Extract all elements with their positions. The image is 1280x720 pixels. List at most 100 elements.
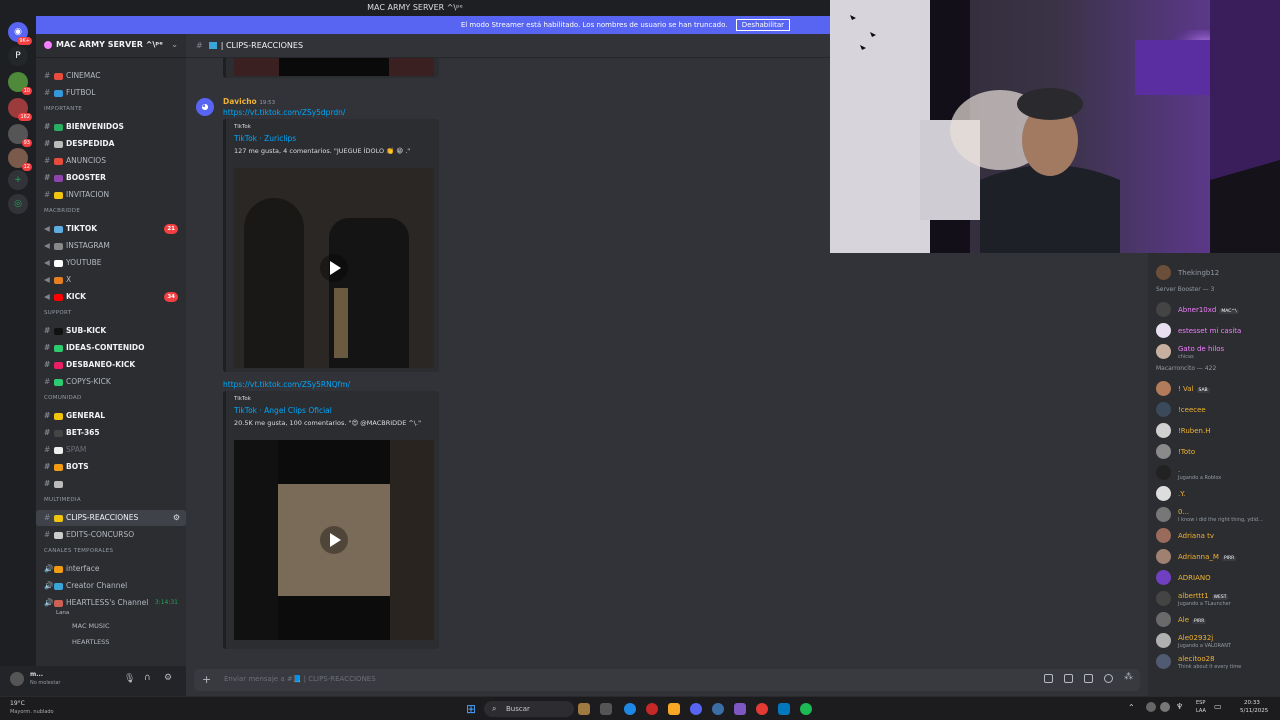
message-link[interactable]: https://vt.tiktok.com/ZSy5dprdn/ <box>223 108 345 117</box>
channel-item[interactable]: ◀ KICK 34 <box>36 289 186 305</box>
member-item[interactable]: Thekingb12 <box>1156 263 1280 283</box>
apps-icon[interactable]: ⁂ <box>1124 672 1133 682</box>
sticker-icon[interactable] <box>1084 674 1093 683</box>
channel-item[interactable]: 🔊 Creator Channel <box>36 578 186 594</box>
tray-app-icon[interactable] <box>1160 702 1170 712</box>
channel-item[interactable]: # DESBANEO-KICK <box>36 357 186 373</box>
message-author[interactable]: Davicho 19:53 <box>223 97 275 106</box>
chrome-icon[interactable] <box>756 703 768 715</box>
member-item[interactable]: . Jugando a Roblox <box>1156 463 1280 483</box>
emoji-icon[interactable] <box>1104 674 1113 683</box>
channel-item[interactable]: # SUB-KICK <box>36 323 186 339</box>
microphone-icon[interactable]: 🎙 <box>124 674 135 684</box>
channel-item[interactable]: # CLIPS-REACCIONES ⚙ <box>36 510 186 526</box>
member-item[interactable]: ! Val SAB <box>1156 379 1280 399</box>
server-icon-active[interactable]: 93 <box>8 124 32 147</box>
member-item[interactable]: .Y. <box>1156 484 1280 504</box>
server-icon[interactable]: P <box>8 46 28 66</box>
tray-app-icon[interactable]: ♆ <box>1176 702 1183 711</box>
member-item[interactable]: alberttt1 WEST Jugando a TLauncher <box>1156 589 1280 609</box>
member-item[interactable]: !Ruben.H <box>1156 421 1280 441</box>
gear-icon[interactable]: ⚙ <box>173 510 180 526</box>
app-icon[interactable] <box>778 703 790 715</box>
gift-icon[interactable] <box>1044 674 1053 683</box>
channel-item[interactable]: # <box>36 476 186 492</box>
taskbar-search[interactable]: ⌕ Buscar <box>484 701 574 717</box>
member-item[interactable]: estesset mi casita <box>1156 321 1280 341</box>
avatar[interactable]: ◕ <box>196 98 214 116</box>
member-item[interactable]: Ale02932j Jugando a VALORANT <box>1156 631 1280 651</box>
network-icon[interactable]: ▭ <box>1214 702 1222 711</box>
channel-category[interactable]: MULTIMEDIA <box>44 497 81 503</box>
message-input[interactable]: Enviar mensaje a #📘 | CLIPS-REACCIONES <box>194 669 1140 691</box>
channel-category[interactable]: COMUNIDAD <box>44 395 82 401</box>
voice-user[interactable]: MAC MUSIC <box>72 622 110 630</box>
server-name-header[interactable]: MAC ARMY SERVER ^\ᵖᵉ ⌄ <box>36 34 186 58</box>
widget-icon[interactable] <box>578 703 590 715</box>
play-icon[interactable] <box>320 526 348 554</box>
message-link[interactable]: https://vt.tiktok.com/ZSy5RNQfm/ <box>223 380 350 389</box>
member-item[interactable]: 0... I know i did the right thing, ydid..… <box>1156 505 1280 525</box>
channel-item[interactable]: # CINEMAC <box>36 68 186 84</box>
channel-item[interactable]: # BET-365 <box>36 425 186 441</box>
channel-item[interactable]: # FUTBOL <box>36 85 186 101</box>
member-item[interactable]: alecitoo28 Think about it every time <box>1156 652 1280 672</box>
add-server-icon[interactable]: + <box>8 170 28 190</box>
member-item[interactable]: Ale PIRR <box>1156 610 1280 630</box>
member-item[interactable]: Abner10xd MAC^\ <box>1156 300 1280 320</box>
member-item[interactable]: ADRIANO <box>1156 568 1280 588</box>
server-icon[interactable]: 10 <box>8 72 32 95</box>
steam-icon[interactable] <box>712 703 724 715</box>
add-attachment-icon[interactable]: + <box>202 673 211 686</box>
tray-app-icon[interactable] <box>1146 702 1156 712</box>
channel-item[interactable]: 🔊 interface <box>36 561 186 577</box>
channel-item[interactable]: # BIENVENIDOS <box>36 119 186 135</box>
spotify-icon[interactable] <box>800 703 812 715</box>
server-icon[interactable]: 162 <box>8 98 32 121</box>
channel-category[interactable]: SUPPORT <box>44 310 71 316</box>
member-item[interactable]: Adrianna_M PIRR <box>1156 547 1280 567</box>
member-item[interactable]: Adriana tv <box>1156 526 1280 546</box>
channel-item[interactable]: # BOOSTER <box>36 170 186 186</box>
voice-user[interactable]: HEARTLESS <box>72 638 109 646</box>
headphones-icon[interactable]: ∩ <box>144 673 151 683</box>
avatar[interactable] <box>10 672 24 686</box>
gif-icon[interactable] <box>1064 674 1073 683</box>
app-icon[interactable] <box>734 703 746 715</box>
edge-icon[interactable] <box>624 703 636 715</box>
video-thumbnail[interactable] <box>234 440 434 640</box>
channel-item[interactable]: # GENERAL <box>36 408 186 424</box>
tray-chevron-icon[interactable]: ⌃ <box>1128 703 1135 712</box>
play-icon[interactable] <box>320 254 348 282</box>
embed-title[interactable]: TikTok · Angel Clips Oficial <box>226 402 439 415</box>
member-item[interactable]: !Toto <box>1156 442 1280 462</box>
video-thumbnail[interactable] <box>234 58 434 76</box>
embed-title[interactable]: TikTok · Zuriclips <box>226 130 439 143</box>
task-view-icon[interactable] <box>600 703 612 715</box>
discord-icon[interactable] <box>690 703 702 715</box>
chevron-down-icon[interactable]: ⌄ <box>171 40 178 49</box>
disable-streamer-button[interactable]: Deshabilitar <box>735 19 790 31</box>
member-item[interactable]: !ceecee <box>1156 400 1280 420</box>
channel-item[interactable]: # ANUNCIOS <box>36 153 186 169</box>
chrome-icon[interactable] <box>646 703 658 715</box>
file-explorer-icon[interactable] <box>668 703 680 715</box>
clock-time[interactable]: 20:33 <box>1244 700 1260 706</box>
language-indicator[interactable]: ESP <box>1196 700 1205 706</box>
windows-start-icon[interactable]: ⊞ <box>466 702 476 716</box>
channel-item[interactable]: ◀ YOUTUBE <box>36 255 186 271</box>
home-button[interactable]: ◉ 9K+ <box>8 22 32 45</box>
channel-item[interactable]: # COPYS-KICK <box>36 374 186 390</box>
server-icon[interactable]: 12 <box>8 148 32 171</box>
channel-item[interactable]: # IDEAS-CONTENIDO <box>36 340 186 356</box>
channel-category[interactable]: MACBRIDDE <box>44 208 80 214</box>
channel-item[interactable]: ◀ X <box>36 272 186 288</box>
channel-category[interactable]: IMPORTANTE <box>44 106 82 112</box>
channel-item[interactable]: # SPAM <box>36 442 186 458</box>
channel-item[interactable]: # EDITS-CONCURSO <box>36 527 186 543</box>
channel-item[interactable]: ◀ TIKTOK 21 <box>36 221 186 237</box>
channel-item[interactable]: # INVITACION <box>36 187 186 203</box>
channel-item[interactable]: ◀ INSTAGRAM <box>36 238 186 254</box>
discover-icon[interactable]: ◎ <box>8 194 28 214</box>
channel-item[interactable]: # BOTS <box>36 459 186 475</box>
